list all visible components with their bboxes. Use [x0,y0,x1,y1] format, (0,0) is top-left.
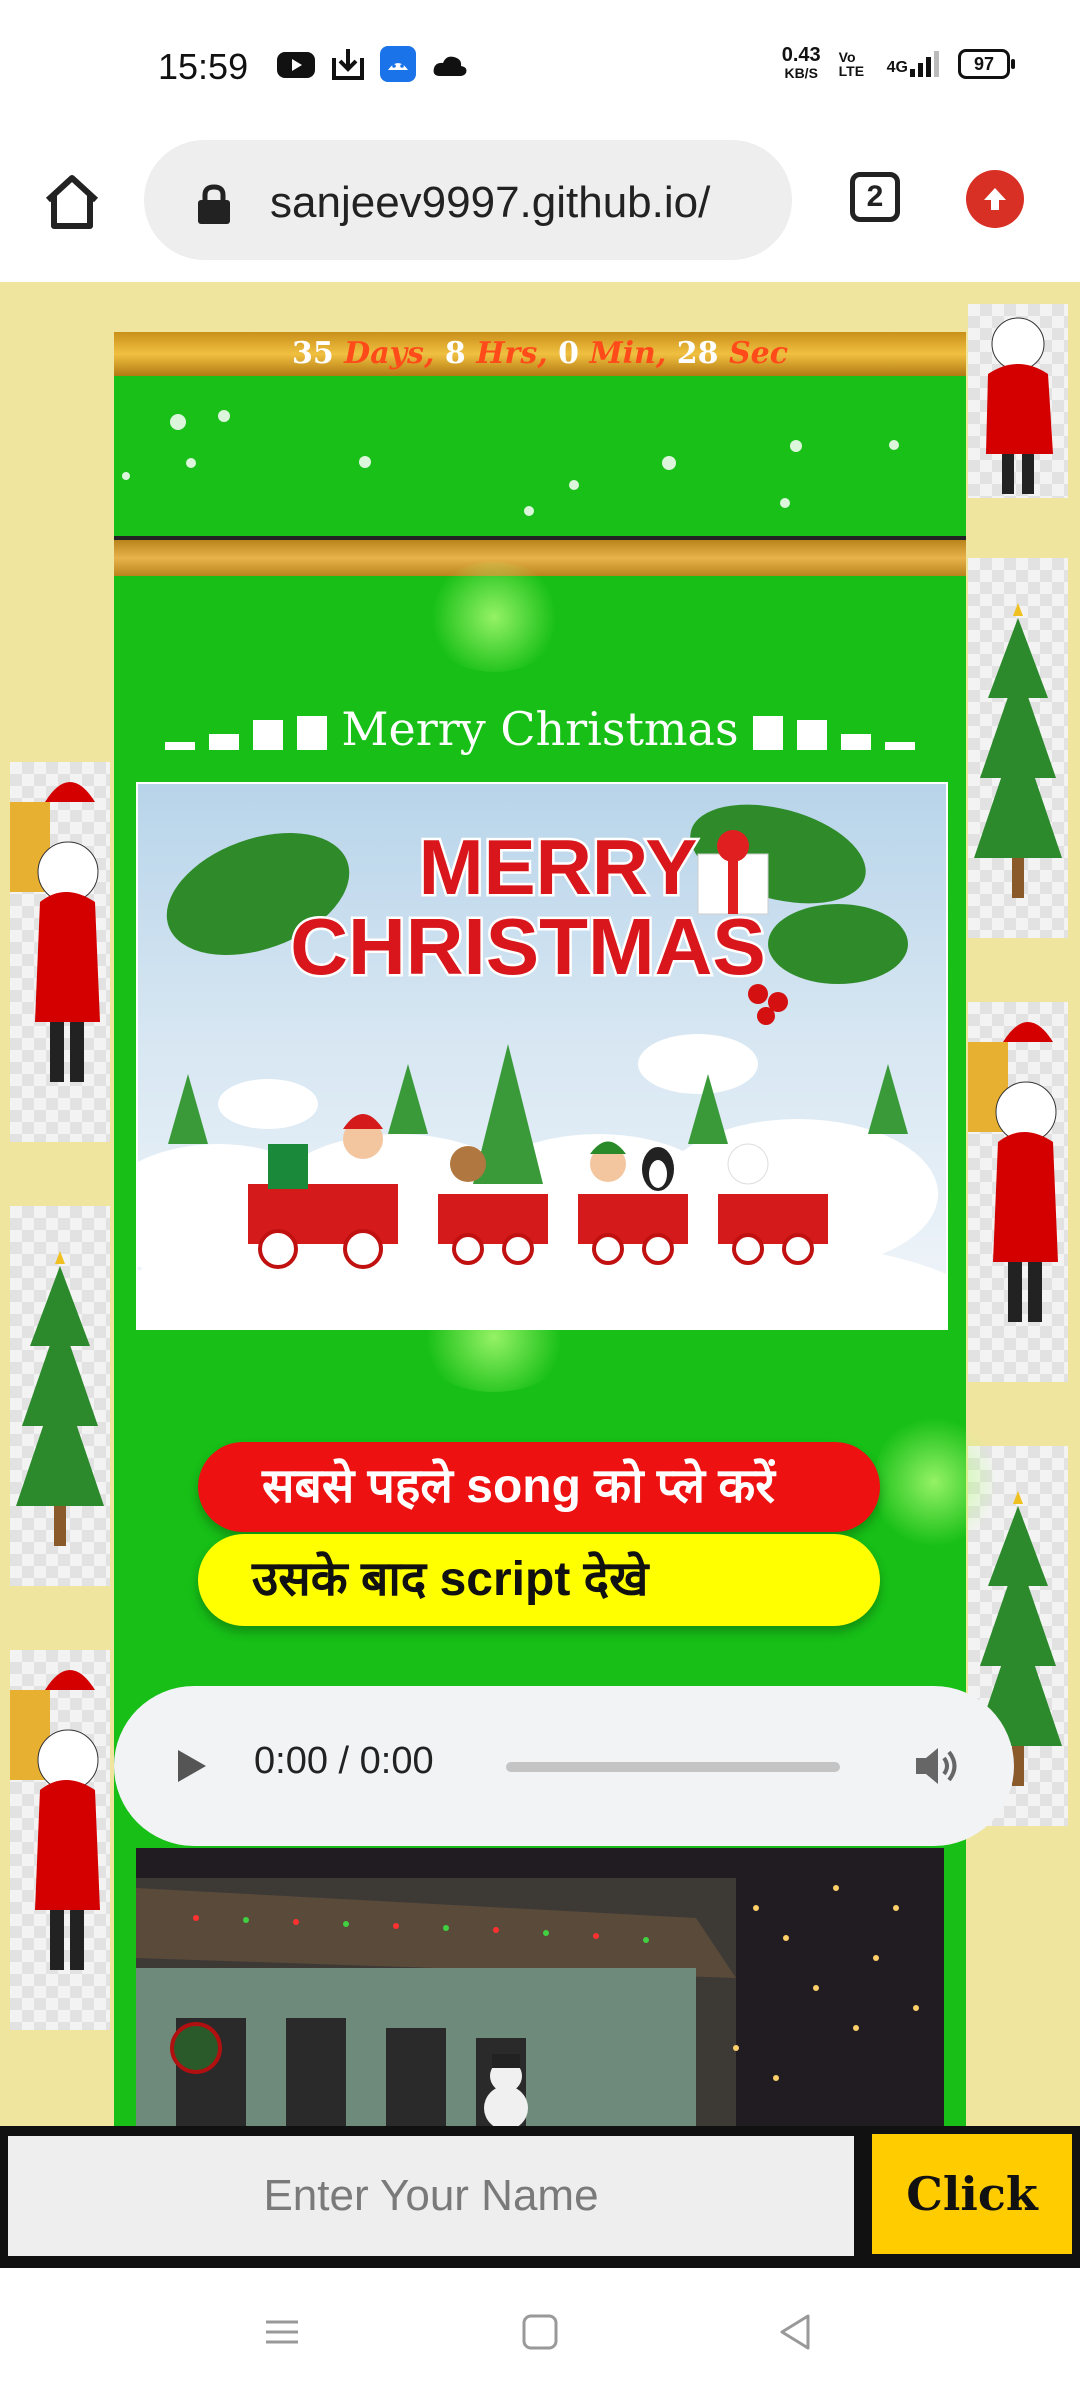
click-button[interactable]: Click [872,2134,1072,2254]
page-heading: Merry Christmas [114,702,966,756]
home-nav-icon[interactable] [520,2312,560,2352]
banner-line1: MERRY [419,823,698,911]
status-right: 0.43 KB/S Vo LTE 4G 97 [781,44,1015,82]
cloud-icon [433,56,467,76]
santa-image [968,304,1068,498]
menu-icon[interactable] [262,2312,302,2352]
battery-indicator: 97 [958,49,1015,79]
youtube-icon [277,52,315,78]
volume-icon[interactable] [914,1744,964,1788]
status-time: 15:59 [158,46,249,87]
audio-seek-bar[interactable] [506,1762,840,1772]
santa-image [10,762,110,1142]
browser-toolbar: sanjeev9997.github.io/ 2 [0,130,1080,282]
main-column: 35 Days, 8 Hrs, 0 Min, 28 Sec Merry Chri… [114,332,994,2126]
volte-indicator: Vo LTE [838,49,865,79]
url-text: sanjeev9997.github.io/ [270,178,711,227]
countdown-timer: 35 Days, 8 Hrs, 0 Min, 28 Sec [114,332,966,376]
santa-image [968,1002,1068,1382]
download-icon [332,49,364,80]
lock-icon [198,184,230,224]
tree-image [10,1206,110,1586]
web-content: 35 Days, 8 Hrs, 0 Min, 28 Sec Merry Chri… [0,282,1080,2126]
gold-divider [114,536,966,576]
signal-icon: 4G [887,51,940,77]
address-bar[interactable]: sanjeev9997.github.io/ [144,140,792,260]
tabs-icon[interactable]: 2 [850,172,900,222]
christmas-house-photo [136,1848,944,2126]
system-nav-bar [0,2268,1080,2400]
tree-image [968,558,1068,938]
heading-text: Merry Christmas [341,702,739,756]
audio-time: 0:00 / 0:00 [254,1740,434,1782]
santa-image [10,1650,110,2030]
play-song-button[interactable]: सबसे पहले song को प्ले करें [198,1442,880,1532]
banner-line2: CHRISTMAS [290,902,766,991]
glow-effect [874,1412,994,1552]
update-icon[interactable] [966,170,1024,228]
audio-player: 0:00 / 0:00 [114,1686,1014,1846]
merry-christmas-banner: MERRY CHRISTMAS [136,782,948,1330]
snowfall-banner [114,376,966,536]
net-speed: 0.43 KB/S [781,44,821,81]
glow-effect [424,562,564,672]
see-script-button[interactable]: उसके बाद script देखे [198,1534,880,1626]
name-input[interactable] [8,2136,854,2256]
back-icon[interactable] [776,2312,816,2352]
android-icon [380,46,416,82]
status-bar: 15:59 0.43 KB/S Vo LTE 4G 97 [0,0,1080,130]
play-icon[interactable] [174,1746,210,1786]
home-icon[interactable] [40,170,104,234]
name-form: Click [0,2126,1080,2268]
